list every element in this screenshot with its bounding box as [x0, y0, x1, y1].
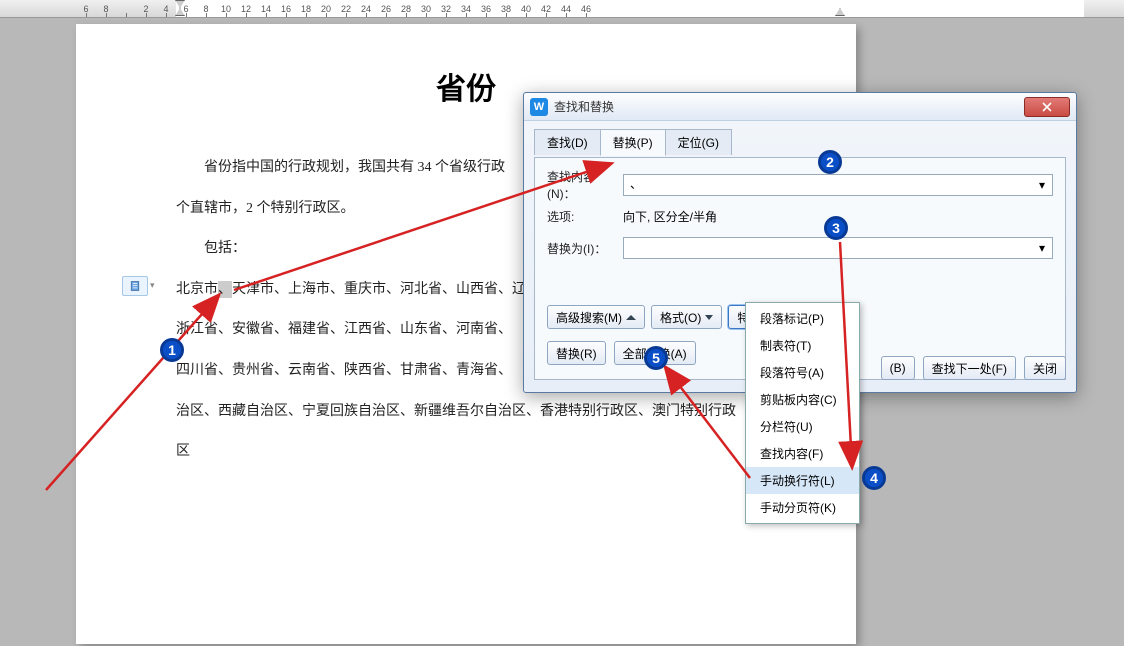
find-content-input[interactable]: 、 ▾ — [623, 174, 1053, 196]
annotation-badge-4: 4 — [862, 466, 886, 490]
close-button[interactable] — [1024, 97, 1070, 117]
options-label: 选项: — [547, 208, 623, 225]
annotation-badge-1: 1 — [160, 338, 184, 362]
dropdown-item[interactable]: 查找内容(F) — [746, 440, 859, 467]
special-format-dropdown: 段落标记(P)制表符(T)段落符号(A)剪贴板内容(C)分栏符(U)查找内容(F… — [745, 302, 860, 524]
dialog-titlebar[interactable]: W 查找和替换 — [524, 93, 1076, 121]
dropdown-item[interactable]: 手动换行符(L) — [746, 467, 859, 494]
find-content-label: 查找内容(N)： — [547, 168, 623, 202]
annotation-badge-5: 5 — [644, 346, 668, 370]
doc-line: 治区、西藏自治区、宁夏回族自治区、新疆维吾尔自治区、香港特别行政区、澳门特别行政 — [176, 392, 756, 433]
app-icon: W — [530, 98, 548, 116]
tab-goto[interactable]: 定位(G) — [665, 129, 732, 155]
footer-button[interactable]: (B) — [881, 356, 915, 380]
text: 天津市、上海市、重庆市、河北省、山西省、辽 — [232, 282, 526, 297]
close-button-footer[interactable]: 关闭 — [1024, 356, 1066, 380]
selected-char: 、 — [218, 281, 232, 298]
format-button[interactable]: 格式(O) — [651, 305, 722, 329]
dropdown-item[interactable]: 手动分页符(K) — [746, 494, 859, 521]
annotation-badge-2: 2 — [818, 150, 842, 174]
caret-icon — [626, 315, 636, 320]
dropdown-caret-icon[interactable]: ▾ — [150, 280, 155, 291]
dialog-title: 查找和替换 — [554, 98, 1024, 115]
dropdown-item[interactable]: 制表符(T) — [746, 332, 859, 359]
dropdown-item[interactable]: 剪贴板内容(C) — [746, 386, 859, 413]
ruler: 6824681012141618202224262830323436384042… — [0, 0, 1124, 18]
annotation-badge-3: 3 — [824, 216, 848, 240]
dropdown-item[interactable]: 段落符号(A) — [746, 359, 859, 386]
find-next-button[interactable]: 查找下一处(F) — [923, 356, 1016, 380]
replace-with-label: 替换为(I)： — [547, 240, 623, 257]
chevron-down-icon[interactable]: ▾ — [1034, 240, 1050, 256]
advanced-search-button[interactable]: 高级搜索(M) — [547, 305, 645, 329]
dropdown-item[interactable]: 分栏符(U) — [746, 413, 859, 440]
doc-line: 区 — [176, 432, 756, 473]
chevron-down-icon[interactable]: ▾ — [1034, 177, 1050, 193]
input-value: 、 — [630, 177, 642, 191]
replace-button[interactable]: 替换(R) — [547, 341, 606, 365]
paste-options-icon[interactable] — [122, 276, 148, 296]
tab-find[interactable]: 查找(D) — [534, 129, 601, 155]
text: 北京市 — [176, 282, 218, 297]
replace-with-input[interactable]: ▾ — [623, 237, 1053, 259]
dropdown-item[interactable]: 段落标记(P) — [746, 305, 859, 332]
dialog-tabs: 查找(D) 替换(P) 定位(G) — [534, 129, 1066, 155]
options-value: 向下, 区分全/半角 — [623, 208, 717, 225]
caret-down-icon — [705, 315, 713, 320]
tab-replace[interactable]: 替换(P) — [600, 129, 666, 156]
